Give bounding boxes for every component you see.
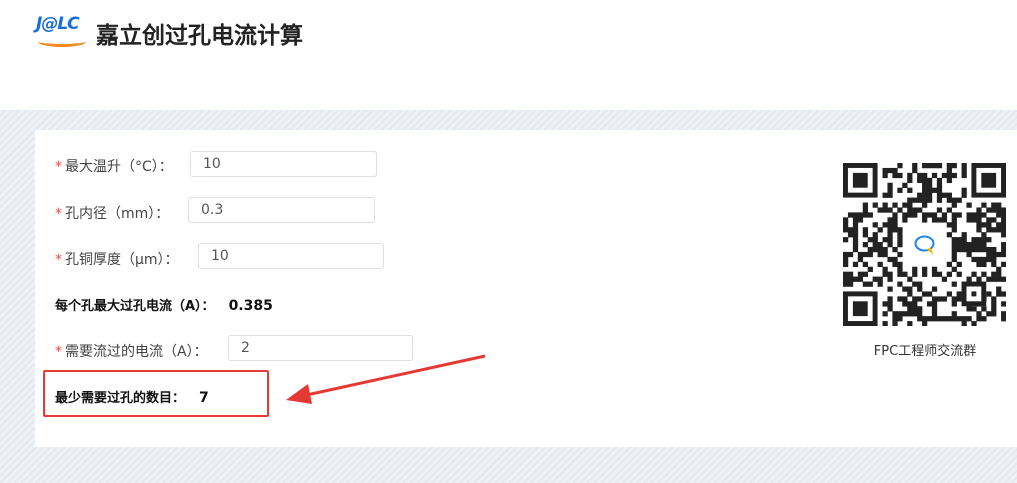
qr-code-image [843, 163, 1007, 327]
red-arrow-icon [286, 354, 486, 404]
copper-thickness-label-text: 孔铜厚度（μm）： [65, 252, 179, 268]
required-mark: * [55, 344, 62, 360]
qr-code [843, 163, 1007, 327]
max-temp-rise-label: * 最大温升（°C）： [55, 156, 173, 176]
min-holes-result: 最少需要过孔的数目： 7 [55, 387, 209, 406]
min-holes-value: 7 [199, 390, 209, 406]
hole-diameter-label-text: 孔内径（mm）： [65, 206, 170, 222]
required-current-label-text: 需要流过的电流（A）： [65, 344, 208, 360]
required-current-label: * 需要流过的电流（A）： [55, 341, 208, 361]
hole-diameter-input[interactable] [188, 197, 375, 223]
page-title: 嘉立创过孔电流计算 [96, 23, 303, 49]
jlc-logo: J@LC [36, 14, 88, 48]
logo-text: J@LC [36, 14, 80, 34]
max-current-per-hole-label: 每个孔最大过孔电流（A）： [55, 299, 215, 314]
copper-thickness-input[interactable] [198, 243, 384, 269]
required-mark: * [55, 159, 62, 175]
required-mark: * [55, 206, 62, 222]
max-temp-rise-input[interactable] [190, 151, 377, 177]
header: J@LC 嘉立创过孔电流计算 [0, 0, 1017, 110]
hole-diameter-label: * 孔内径（mm）： [55, 203, 169, 223]
max-temp-rise-label-text: 最大温升（°C）： [65, 159, 173, 175]
max-current-per-hole-value: 0.385 [228, 298, 273, 314]
copper-thickness-label: * 孔铜厚度（μm）： [55, 249, 179, 269]
logo-swoosh [38, 36, 86, 47]
qr-caption: FPC工程师交流群 [873, 344, 977, 359]
max-current-per-hole-result: 每个孔最大过孔电流（A）： 0.385 [55, 295, 273, 314]
min-holes-label: 最少需要过孔的数目： [55, 391, 186, 406]
required-mark: * [55, 252, 62, 268]
